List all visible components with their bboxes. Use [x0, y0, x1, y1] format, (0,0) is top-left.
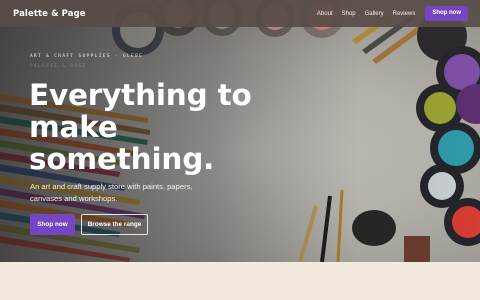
- nav-shop-now-button[interactable]: Shop now: [425, 6, 468, 21]
- next-section-band: [0, 262, 480, 300]
- nav-link-gallery[interactable]: Gallery: [365, 11, 384, 17]
- nav-link-shop[interactable]: Shop: [342, 11, 356, 17]
- hero-subhead: An art and craft supply store with paint…: [30, 182, 193, 203]
- brand-logo[interactable]: Palette & Page: [13, 9, 86, 19]
- hero-eyebrow-ghost: Palette & Page: [30, 64, 87, 69]
- hero-eyebrow: Art & craft supplies · Glebe: [30, 54, 144, 59]
- nav-link-about[interactable]: About: [317, 11, 333, 17]
- browse-range-button[interactable]: Browse the range: [81, 214, 148, 235]
- hero-headline: Everything to make something.: [29, 78, 252, 176]
- nav-link-reviews[interactable]: Reviews: [393, 11, 416, 17]
- nav-links: About Shop Gallery Reviews Shop now: [308, 6, 468, 21]
- hero-shop-now-button[interactable]: Shop now: [30, 214, 75, 235]
- top-navigation: Palette & Page About Shop Gallery Review…: [0, 0, 480, 27]
